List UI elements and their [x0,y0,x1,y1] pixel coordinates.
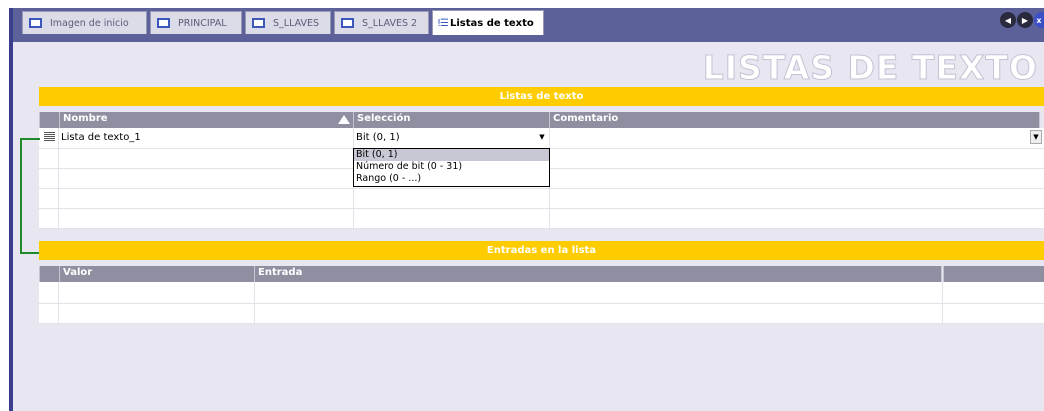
text-list-icon: !☰ [437,17,449,29]
entries-section-header: Entradas en la lista [39,241,1044,260]
tab-label: Listas de texto [449,17,534,29]
tab-label: S_LLAVES 2 [362,17,418,29]
column-header-nombre[interactable]: Nombre [59,112,353,128]
text-list-name-cell[interactable]: Lista de texto_1 [61,132,141,143]
text-lists-section-header: Listas de texto [39,87,1044,106]
tab-imagen-de-inicio[interactable]: Imagen de inicio [22,11,147,34]
tab-listas-de-texto[interactable]: !☰ Listas de texto [432,10,544,35]
screen-icon [157,18,170,28]
column-header-blank [943,266,1044,282]
row-selector-icon[interactable] [44,132,55,141]
close-icon[interactable]: x [1034,12,1044,28]
row-selector-header [39,112,59,128]
page-title: LISTAS DE TEXTO [702,48,1038,88]
tab-principal[interactable]: PRINCIPAL [150,11,242,34]
comment-dropdown-chevron-icon[interactable]: ▼ [1030,130,1042,144]
column-header-valor[interactable]: Valor [59,266,254,282]
screen-icon [341,18,354,28]
screen-icon [29,18,42,28]
tab-s-llaves[interactable]: S_LLAVES [245,11,331,34]
previous-icon[interactable]: ◀ [1000,12,1016,28]
dropdown-option[interactable]: Bit (0, 1) [354,149,549,161]
connector-line [20,252,40,254]
connector-line [20,138,22,254]
column-header-comentario[interactable]: Comentario [549,112,1040,128]
dropdown-option[interactable]: Rango (0 - ...) [354,173,549,185]
tab-s-llaves-2[interactable]: S_LLAVES 2 [334,11,429,34]
tab-label: S_LLAVES [273,17,320,29]
selection-cell[interactable]: Bit (0, 1) [356,132,400,143]
column-header-entrada[interactable]: Entrada [254,266,942,282]
row-selector-header [39,266,59,282]
chevron-down-icon[interactable]: ▼ [536,130,548,144]
dropdown-option[interactable]: Número de bit (0 - 31) [354,161,549,173]
connector-line [20,138,40,140]
column-header-seleccion[interactable]: Selección [353,112,549,128]
next-icon[interactable]: ▶ [1017,12,1033,28]
sort-ascending-icon[interactable] [337,114,351,125]
selection-dropdown-list[interactable]: Bit (0, 1) Número de bit (0 - 31) Rango … [353,148,550,187]
tab-label: Imagen de inicio [50,17,129,29]
tab-label: PRINCIPAL [178,17,227,29]
screen-icon [252,18,265,28]
